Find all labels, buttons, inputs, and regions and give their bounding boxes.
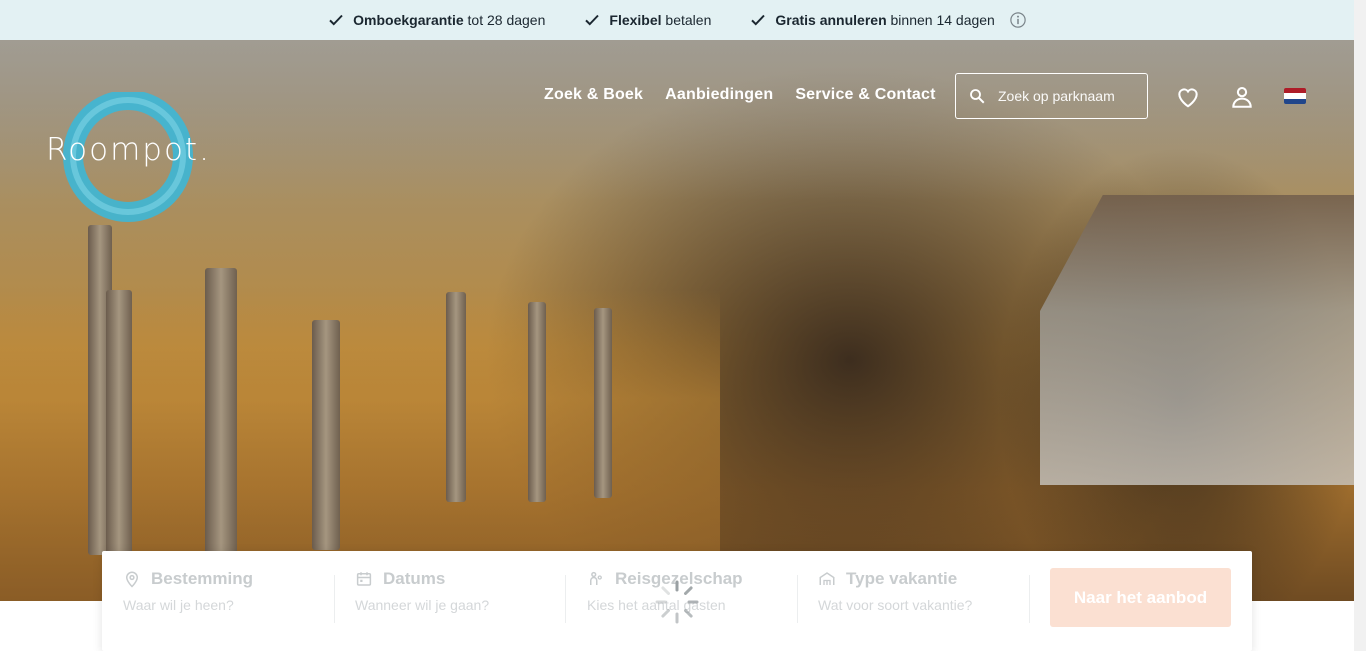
usp-text: tot 28 dagen: [463, 12, 546, 28]
account-button[interactable]: [1229, 84, 1255, 110]
usp-text: betalen: [661, 12, 712, 28]
heart-icon: [1178, 88, 1198, 108]
check-icon: [329, 14, 343, 26]
language-flag-nl-icon[interactable]: [1284, 88, 1306, 104]
usp-item-free-cancellation: Gratis annuleren binnen 14 dagen: [749, 11, 1026, 29]
divider: [797, 575, 798, 623]
logo-wordmark: Roompot.: [46, 132, 211, 168]
fence-post: [528, 302, 546, 502]
booking-search-form: Bestemming Waar wil je heen? Datums Wann…: [102, 551, 1252, 651]
search-icon: [970, 89, 985, 104]
fence-post: [446, 292, 466, 502]
info-icon[interactable]: [1009, 11, 1027, 29]
usp-bar: Omboekgarantie tot 28 dagen Flexibel bet…: [0, 0, 1354, 40]
usp-bold: Gratis annuleren: [775, 12, 887, 28]
park-search-box[interactable]: [955, 73, 1148, 119]
favorites-button[interactable]: [1175, 84, 1201, 110]
fence-post: [594, 308, 612, 498]
nav-service-contact[interactable]: Service & Contact: [795, 86, 935, 104]
field-dates[interactable]: Datums Wanneer wil je gaan?: [355, 569, 565, 629]
check-icon: [751, 14, 766, 26]
fence-post: [205, 268, 237, 558]
field-hint: Waar wil je heen?: [123, 597, 234, 613]
nav-zoek-boek[interactable]: Zoek & Boek: [544, 86, 643, 104]
field-label: Datums: [383, 569, 446, 588]
field-label: Bestemming: [151, 569, 254, 588]
usp-item-rebooking: Omboekgarantie tot 28 dagen: [327, 11, 545, 29]
divider: [565, 575, 566, 623]
main-nav: Zoek & Boek Aanbiedingen Service & Conta…: [544, 86, 936, 104]
people-icon: [590, 571, 602, 585]
nav-aanbiedingen[interactable]: Aanbiedingen: [665, 86, 773, 104]
fence-post: [106, 290, 132, 570]
location-pin-icon: [125, 571, 139, 588]
divider: [1029, 575, 1030, 623]
hero-house: [1040, 195, 1354, 485]
loading-spinner-icon: [655, 580, 699, 624]
field-destination[interactable]: Bestemming Waar wil je heen?: [123, 569, 333, 629]
usp-bold: Omboekgarantie: [353, 12, 464, 28]
search-offers-button[interactable]: Naar het aanbod: [1050, 568, 1231, 627]
field-holiday-type[interactable]: Type vakantie Wat voor soort vakantie?: [818, 569, 1028, 629]
usp-bold: Flexibel: [609, 12, 662, 28]
user-icon: [1232, 86, 1252, 108]
fence-post: [312, 320, 340, 550]
usp-text: binnen 14 dagen: [886, 12, 995, 28]
park-search-input[interactable]: [996, 87, 1140, 105]
usp-item-flexible-payment: Flexibel betalen: [583, 11, 711, 29]
field-hint: Wanneer wil je gaan?: [355, 597, 490, 613]
divider: [334, 575, 335, 623]
field-label: Type vakantie: [846, 569, 958, 588]
house-icon: [819, 572, 835, 585]
page-scrollbar[interactable]: [1354, 0, 1366, 651]
calendar-icon: [356, 572, 372, 586]
field-hint: Wat voor soort vakantie?: [818, 597, 973, 613]
check-icon: [585, 14, 600, 26]
